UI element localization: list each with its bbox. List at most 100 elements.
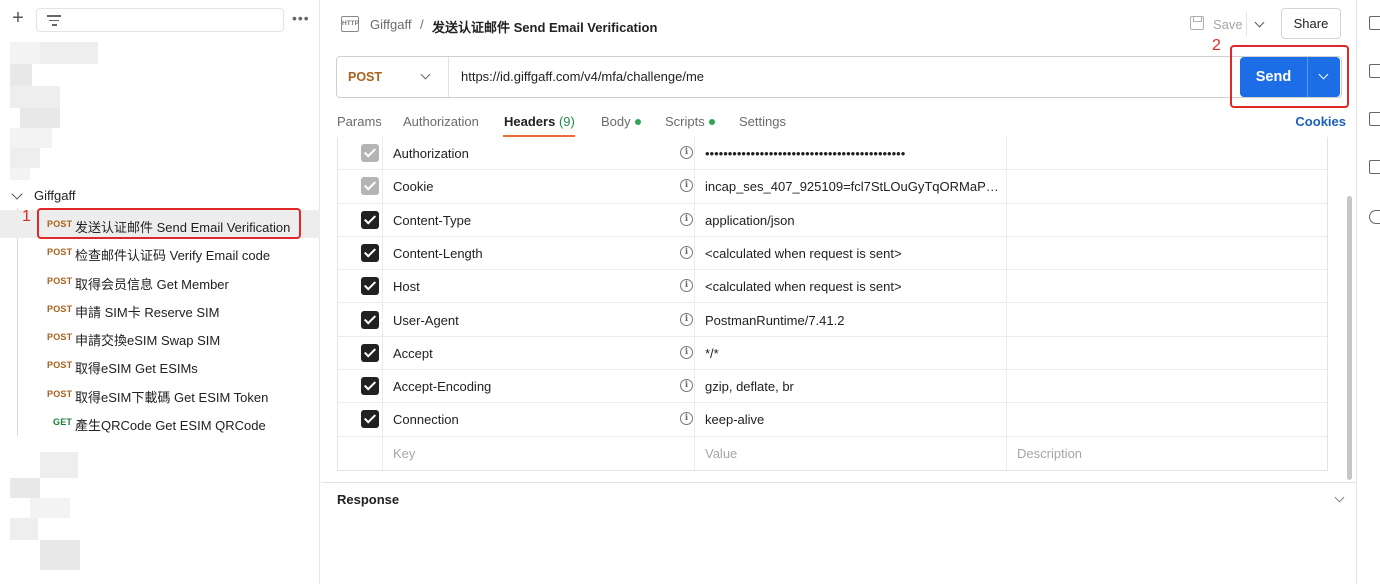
value-cell[interactable]: PostmanRuntime/7.41.2: [696, 303, 1007, 336]
description-cell[interactable]: [1008, 370, 1327, 402]
info-icon[interactable]: i: [680, 345, 693, 359]
key-cell[interactable]: Host i: [384, 270, 695, 303]
more-options-icon[interactable]: •••: [292, 10, 310, 26]
request-item[interactable]: POST 取得eSIM Get ESIMs: [0, 351, 320, 379]
info-icon[interactable]: [1369, 210, 1380, 224]
description-cell[interactable]: [1008, 304, 1327, 336]
info-icon[interactable]: i: [680, 279, 693, 293]
checkbox-cell: [338, 137, 383, 170]
add-icon[interactable]: +: [9, 8, 27, 28]
tab-label: Body: [601, 114, 631, 129]
header-checkbox[interactable]: [361, 243, 379, 262]
url-input[interactable]: [461, 69, 1221, 84]
value-cell[interactable]: <calculated when request is sent>: [696, 270, 1007, 303]
value-cell[interactable]: application/json: [696, 203, 1007, 236]
request-list: POST 发送认证邮件 Send Email Verification POST…: [0, 210, 320, 436]
description-cell[interactable]: [1008, 237, 1327, 269]
header-value: ••••••••••••••••••••••••••••••••••••••••…: [705, 146, 906, 161]
breadcrumb-collection[interactable]: Giffgaff: [370, 17, 411, 32]
header-checkbox[interactable]: [361, 177, 379, 196]
comments-icon[interactable]: [1369, 64, 1380, 78]
description-cell[interactable]: [1008, 137, 1327, 169]
value-cell[interactable]: keep-alive: [696, 403, 1007, 436]
key-cell[interactable]: Cookie i: [384, 170, 695, 203]
request-item[interactable]: POST 申請交換eSIM Swap SIM: [0, 323, 320, 351]
info-icon[interactable]: i: [680, 179, 693, 193]
value-cell[interactable]: ••••••••••••••••••••••••••••••••••••••••…: [696, 137, 1007, 170]
value-cell[interactable]: */*: [696, 336, 1007, 370]
request-item[interactable]: POST 取得eSIM下載碼 Get ESIM Token: [0, 380, 320, 408]
filter-icon: [47, 15, 61, 26]
description-cell[interactable]: [1008, 403, 1327, 435]
tab-body[interactable]: Body: [601, 114, 641, 129]
request-title[interactable]: 发送认证邮件 Send Email Verification: [432, 17, 657, 36]
key-cell[interactable]: User-Agent i: [384, 303, 695, 336]
info-icon[interactable]: i: [680, 245, 693, 259]
chevron-down-icon[interactable]: [1334, 492, 1345, 503]
info-icon[interactable]: i: [680, 412, 693, 426]
header-checkbox[interactable]: [361, 144, 379, 162]
key-cell[interactable]: Accept i: [384, 336, 695, 370]
tab-params[interactable]: Params: [337, 114, 382, 129]
description-cell[interactable]: [1008, 337, 1327, 369]
annotation-number: 2: [1212, 37, 1221, 54]
chevron-down-icon: [420, 69, 431, 80]
key-cell[interactable]: Accept-Encoding i: [384, 370, 695, 403]
tab-authorization[interactable]: Authorization: [403, 114, 479, 129]
collection-folder[interactable]: Giffgaff: [10, 186, 310, 206]
request-item[interactable]: GET 產生QRCode Get ESIM QRCode: [0, 408, 320, 436]
checkbox-cell: [338, 403, 383, 436]
description-cell[interactable]: [1008, 170, 1327, 202]
header-value: */*: [705, 345, 719, 361]
related-icon[interactable]: [1369, 160, 1380, 174]
divider[interactable]: [321, 482, 1356, 483]
sidebar-filter-input[interactable]: [36, 8, 284, 32]
code-icon[interactable]: [1369, 112, 1380, 126]
header-checkbox[interactable]: [361, 377, 379, 396]
key-cell[interactable]: Key: [384, 436, 695, 470]
blurred-item: [10, 148, 40, 168]
chevron-down-icon[interactable]: [1254, 17, 1265, 28]
header-checkbox[interactable]: [361, 310, 379, 329]
value-cell[interactable]: gzip, deflate, br: [696, 370, 1007, 403]
tab-settings[interactable]: Settings: [739, 114, 786, 129]
share-button[interactable]: Share: [1281, 8, 1341, 39]
request-title: 申請交換eSIM Swap SIM: [75, 333, 221, 349]
description-cell[interactable]: [1008, 204, 1327, 236]
checkbox-cell: [338, 303, 383, 336]
scrollbar[interactable]: [1347, 196, 1352, 480]
key-cell[interactable]: Content-Type i: [384, 203, 695, 236]
request-item[interactable]: POST 取得会员信息 Get Member: [0, 267, 320, 295]
header-checkbox[interactable]: [361, 210, 379, 229]
info-icon[interactable]: i: [680, 312, 693, 326]
tab-label: Scripts: [665, 114, 705, 129]
method-select[interactable]: POST: [337, 57, 449, 97]
method-badge: POST: [47, 247, 73, 258]
key-cell[interactable]: Connection i: [384, 403, 695, 436]
tab-headers[interactable]: Headers (9): [504, 114, 575, 129]
info-icon[interactable]: i: [680, 379, 693, 393]
header-checkbox[interactable]: [361, 343, 379, 362]
tab-scripts[interactable]: Scripts: [665, 114, 715, 129]
blurred-item: [10, 518, 38, 540]
documentation-icon[interactable]: [1369, 16, 1380, 30]
header-key: User-Agent: [393, 312, 459, 328]
key-cell[interactable]: Content-Length i: [384, 236, 695, 270]
table-row: Cookie i incap_ses_407_925109=fcl7StLOuGy…: [338, 170, 1327, 204]
info-icon[interactable]: i: [680, 146, 693, 159]
header-checkbox[interactable]: [361, 277, 379, 296]
value-cell[interactable]: Value: [696, 436, 1007, 470]
request-item[interactable]: POST 检查邮件认证码 Verify Email code: [0, 238, 320, 266]
header-checkbox[interactable]: [361, 410, 379, 429]
value-cell[interactable]: <calculated when request is sent>: [696, 236, 1007, 270]
description-cell[interactable]: Description: [1008, 437, 1327, 470]
value-cell[interactable]: incap_ses_407_925109=fcl7StLOuGyTqORMaPS…: [696, 170, 1007, 203]
description-cell[interactable]: [1008, 270, 1327, 302]
info-icon[interactable]: i: [680, 212, 693, 226]
chevron-down-icon: [11, 188, 23, 200]
collection-name: Giffgaff: [34, 188, 76, 203]
cookies-link[interactable]: Cookies: [1295, 114, 1346, 129]
key-cell[interactable]: Authorization i: [384, 137, 695, 170]
request-pane: HTTP Giffgaff / 发送认证邮件 Send Email Verifi…: [321, 0, 1356, 584]
request-item[interactable]: POST 申請 SIM卡 Reserve SIM: [0, 295, 320, 323]
